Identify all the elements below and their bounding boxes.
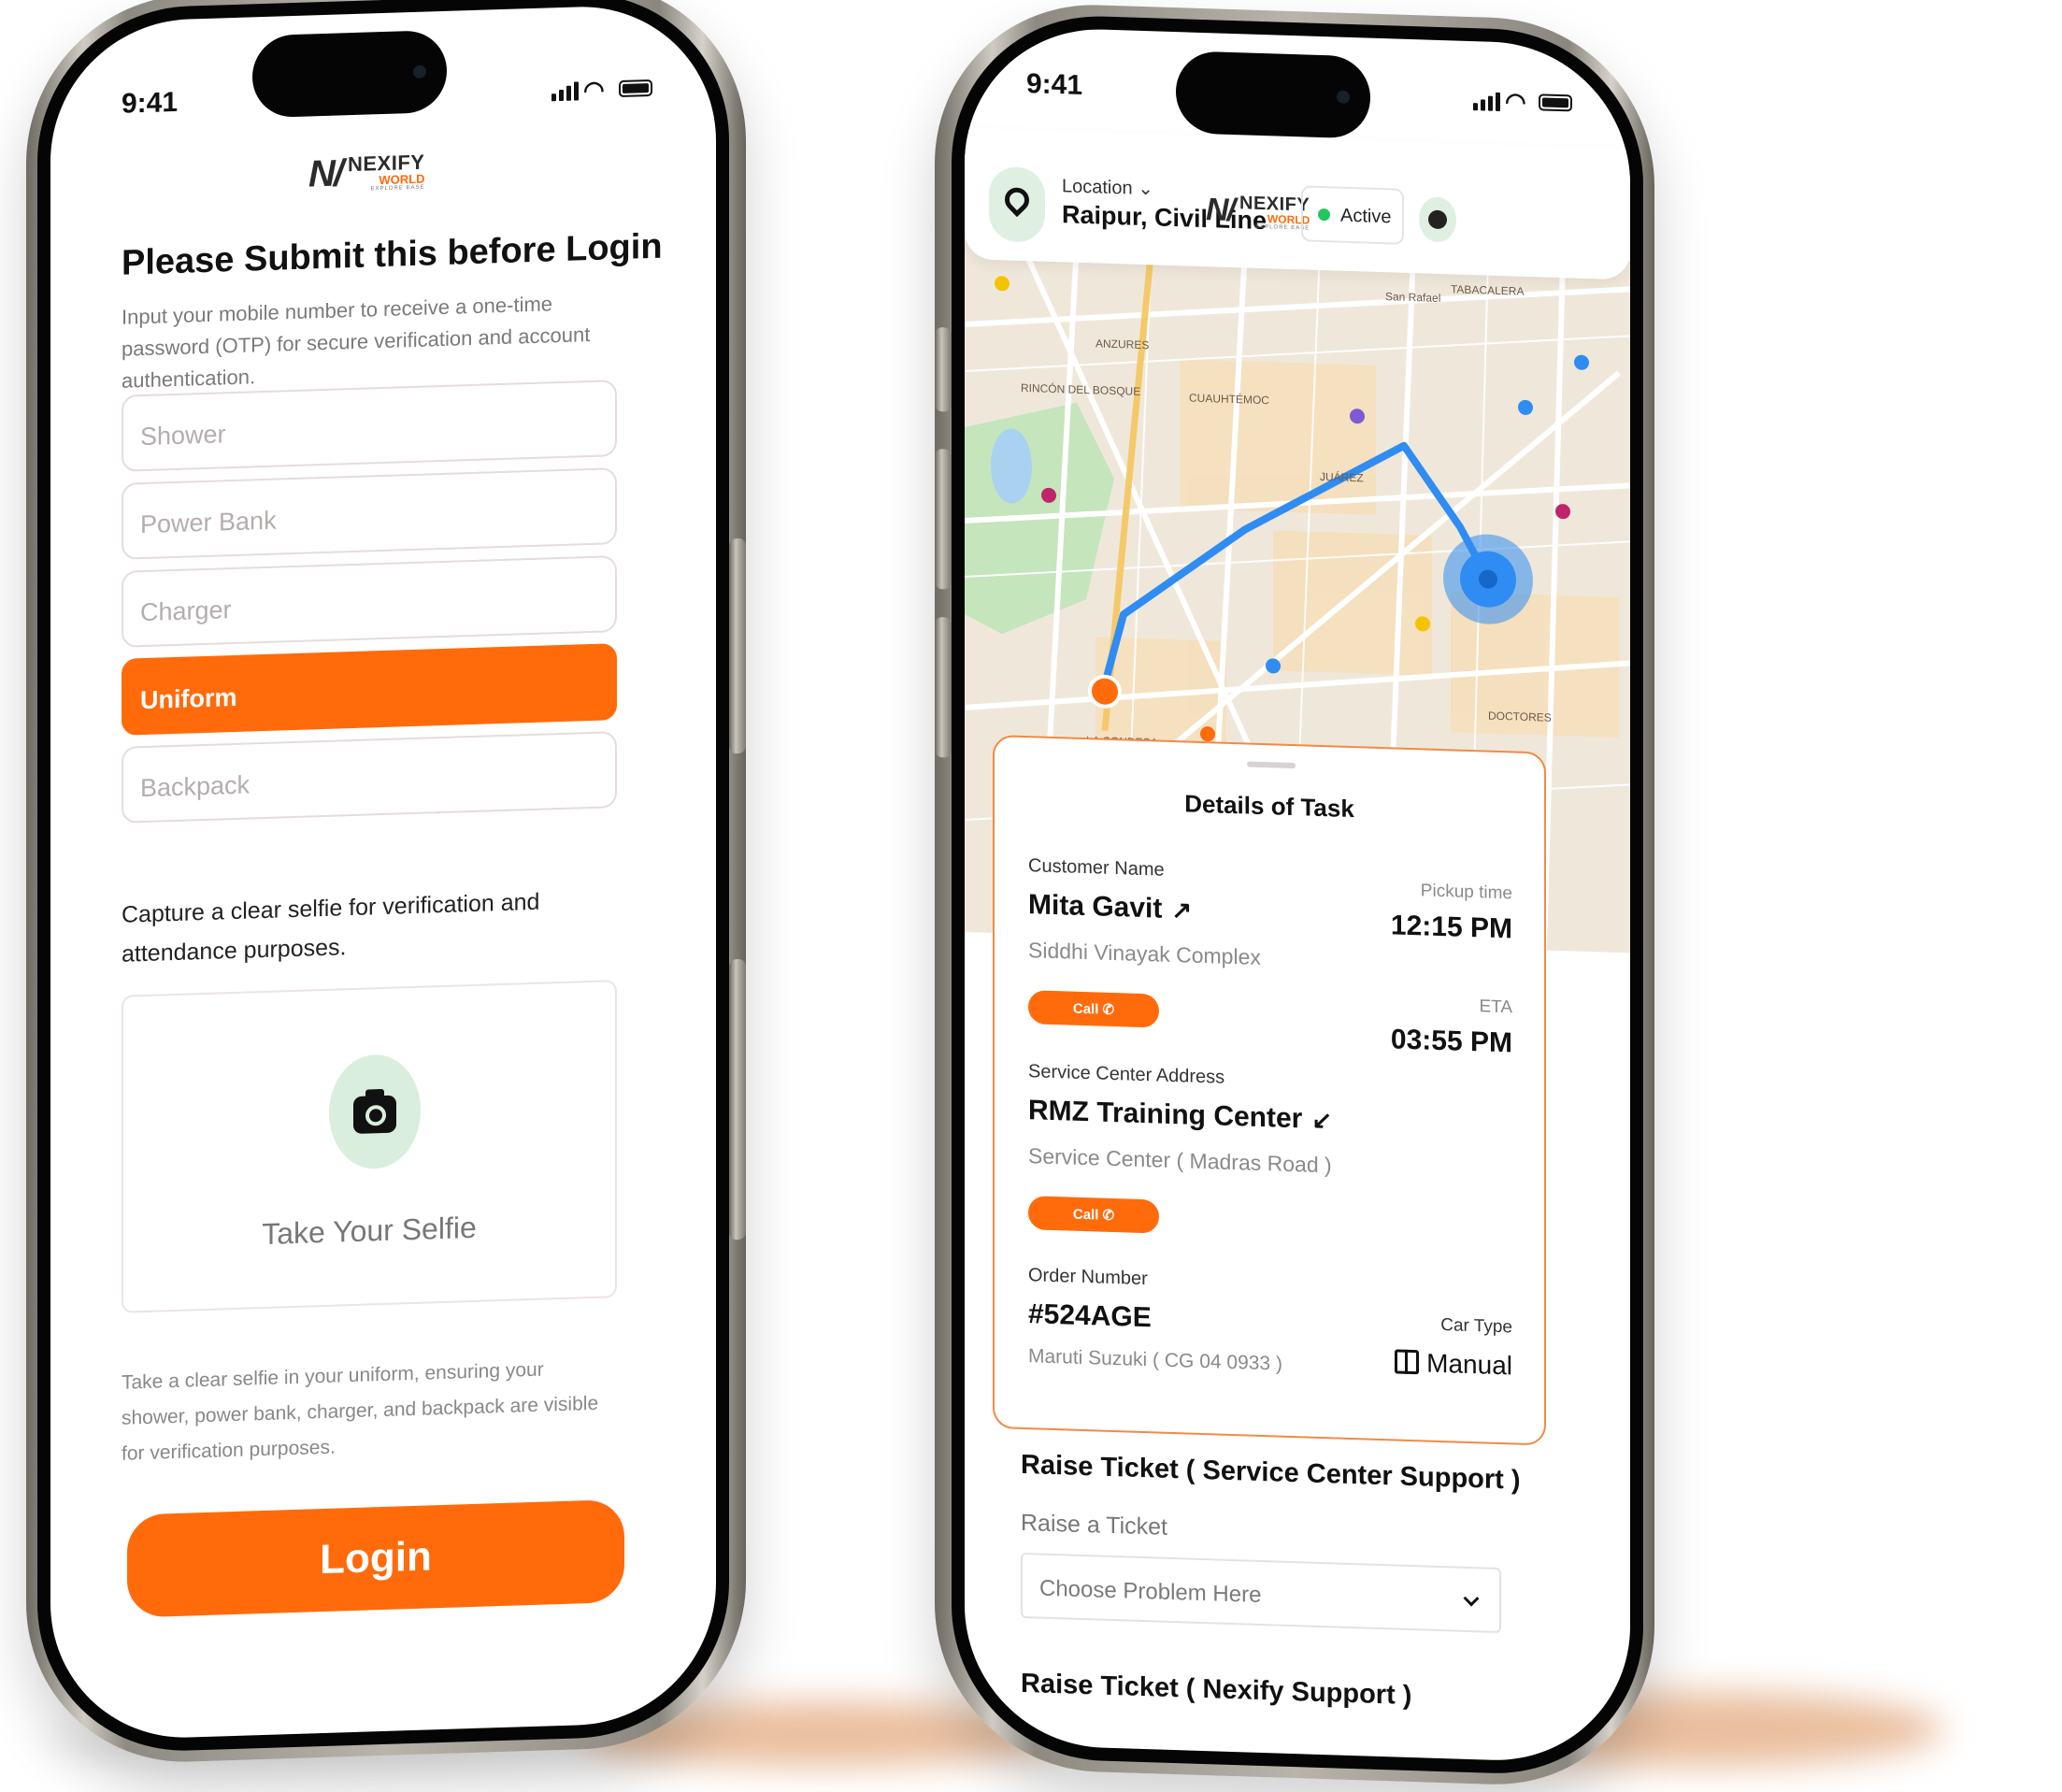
chevron-down-icon bbox=[1463, 1590, 1480, 1607]
page-title: Please Submit this before Login bbox=[122, 226, 663, 283]
map-label: JUÁREZ bbox=[1320, 469, 1364, 484]
battery-icon bbox=[1539, 93, 1572, 112]
map-label: TABACALERA bbox=[1451, 282, 1524, 297]
left-phone: 9:41 ◠ N/ NEXIFY WORLD EXPLORE EASE Plea… bbox=[26, 0, 746, 1768]
active-status-toggle[interactable]: Active bbox=[1301, 185, 1404, 245]
logo-mark: N/ bbox=[1206, 192, 1234, 229]
option-backpack[interactable]: Backpack bbox=[122, 731, 617, 824]
map-label: CUAUHTÉMOC bbox=[1189, 391, 1269, 408]
drag-handle[interactable] bbox=[1247, 761, 1296, 769]
page-subtitle: Input your mobile number to receive a on… bbox=[122, 292, 591, 393]
front-camera bbox=[1337, 90, 1350, 104]
wifi-icon: ◠ bbox=[583, 75, 605, 105]
brand-logo: N/ NEXIFY WORLD EXPLORE EASE bbox=[1206, 192, 1310, 231]
status-label: Active bbox=[1340, 205, 1392, 228]
logo-tagline: EXPLORE EASE bbox=[370, 184, 425, 193]
pickup-label: Pickup time bbox=[1420, 881, 1512, 904]
call-label: Call bbox=[1072, 1000, 1099, 1018]
pickup-time: 12:15 PM bbox=[1390, 910, 1512, 945]
service-name[interactable]: RMZ Training Center ↙ bbox=[1028, 1095, 1332, 1136]
selfie-label: Take Your Selfie bbox=[262, 1210, 477, 1252]
car-type-value: Manual bbox=[1426, 1348, 1512, 1381]
eta-time: 03:55 PM bbox=[1390, 1024, 1512, 1059]
service-label: Service Center Address bbox=[1028, 1061, 1225, 1088]
location-pin-button[interactable] bbox=[989, 165, 1045, 243]
side-button bbox=[935, 617, 952, 758]
brand-logo: N/ NEXIFY WORLD EXPLORE EASE bbox=[308, 151, 424, 196]
header-bar: Location ⌄ Raipur, Civil Line N/ NEXIFY … bbox=[965, 128, 1630, 280]
card-title: Details of Task bbox=[1184, 789, 1354, 824]
order-number: #524AGE bbox=[1028, 1298, 1152, 1334]
profile-avatar[interactable] bbox=[1419, 196, 1456, 243]
customer-label: Customer Name bbox=[1028, 855, 1165, 881]
side-button bbox=[935, 449, 952, 590]
status-time: 9:41 bbox=[122, 86, 179, 120]
map-label: San Rafael bbox=[1385, 290, 1440, 305]
camera-button[interactable] bbox=[329, 1053, 421, 1170]
phone-icon: ✆ bbox=[1102, 1207, 1115, 1225]
wifi-icon: ◠ bbox=[1505, 87, 1526, 116]
location-label[interactable]: Location ⌄ bbox=[1062, 174, 1153, 200]
login-button[interactable]: Login bbox=[127, 1498, 624, 1618]
side-button bbox=[935, 327, 952, 412]
map-label: DOCTORES bbox=[1488, 710, 1552, 724]
gear-shift-icon bbox=[1395, 1349, 1420, 1375]
selfie-capture-area[interactable]: Take Your Selfie bbox=[122, 980, 617, 1313]
customer-address: Siddhi Vinayak Complex bbox=[1028, 938, 1261, 969]
dynamic-island bbox=[1176, 50, 1370, 139]
signal-icon bbox=[551, 81, 579, 102]
location-label-text: Location bbox=[1062, 176, 1133, 199]
logo-name: NEXIFY bbox=[1239, 192, 1310, 216]
selfie-instructions: Capture a clear selfie for verification … bbox=[122, 888, 540, 968]
task-details-card: Details of Task Customer Name Mita Gavit… bbox=[993, 734, 1546, 1446]
raise-ticket-label: Raise a Ticket bbox=[1021, 1509, 1168, 1541]
call-customer-button[interactable]: Call ✆ bbox=[1028, 990, 1159, 1028]
car-type: Manual bbox=[1395, 1347, 1512, 1381]
side-button bbox=[729, 538, 746, 754]
car-type-label: Car Type bbox=[1440, 1315, 1512, 1338]
option-shower[interactable]: Shower bbox=[122, 380, 617, 472]
option-charger[interactable]: Charger bbox=[122, 555, 617, 648]
right-phone: 9:41 ◠ Location ⌄ Raipur, Civil Line N/ … bbox=[935, 0, 1654, 1790]
order-label: Order Number bbox=[1028, 1265, 1148, 1290]
task-screen: 9:41 ◠ Location ⌄ Raipur, Civil Line N/ … bbox=[965, 25, 1630, 1765]
map-label: ANZURES bbox=[1095, 337, 1149, 351]
call-label: Call bbox=[1072, 1206, 1099, 1224]
mockup-stage: 9:41 ◠ N/ NEXIFY WORLD EXPLORE EASE Plea… bbox=[0, 0, 2062, 1792]
car-model: Maruti Suzuki ( CG 04 0933 ) bbox=[1028, 1345, 1282, 1375]
nexify-support-title: Raise Ticket ( Nexify Support ) bbox=[1021, 1668, 1412, 1712]
option-uniform[interactable]: Uniform bbox=[122, 643, 617, 736]
status-dot-icon bbox=[1318, 208, 1330, 222]
pickup-marker bbox=[1088, 674, 1122, 709]
eta-label: ETA bbox=[1479, 996, 1512, 1018]
side-button bbox=[729, 958, 746, 1240]
chevron-down-icon: ⌄ bbox=[1138, 178, 1153, 200]
customer-name[interactable]: Mita Gavit ↗ bbox=[1028, 889, 1192, 926]
option-power-bank[interactable]: Power Bank bbox=[122, 467, 617, 560]
arrow-up-right-icon: ↗ bbox=[1171, 895, 1193, 925]
battery-icon bbox=[619, 79, 652, 98]
camera-icon bbox=[353, 1095, 396, 1135]
phone-icon: ✆ bbox=[1102, 1001, 1115, 1019]
service-support-title: Raise Ticket ( Service Center Support ) bbox=[1021, 1449, 1521, 1496]
dynamic-island bbox=[252, 29, 447, 119]
location-pin-icon bbox=[999, 182, 1035, 218]
problem-select-placeholder: Choose Problem Here bbox=[1039, 1575, 1262, 1608]
arrow-down-left-icon: ↙ bbox=[1311, 1105, 1333, 1135]
logo-mark: N/ bbox=[308, 152, 342, 195]
front-camera bbox=[413, 65, 426, 79]
selfie-footnote: Take a clear selfie in your uniform, ens… bbox=[122, 1358, 599, 1465]
service-address: Service Center ( Madras Road ) bbox=[1028, 1143, 1332, 1178]
problem-select[interactable]: Choose Problem Here bbox=[1021, 1552, 1501, 1634]
status-time: 9:41 bbox=[1026, 68, 1083, 101]
call-service-button[interactable]: Call ✆ bbox=[1028, 1196, 1159, 1234]
login-screen: 9:41 ◠ N/ NEXIFY WORLD EXPLORE EASE Plea… bbox=[50, 2, 716, 1742]
service-name-text: RMZ Training Center bbox=[1028, 1095, 1303, 1135]
customer-name-text: Mita Gavit bbox=[1028, 889, 1163, 925]
signal-icon bbox=[1473, 92, 1500, 112]
